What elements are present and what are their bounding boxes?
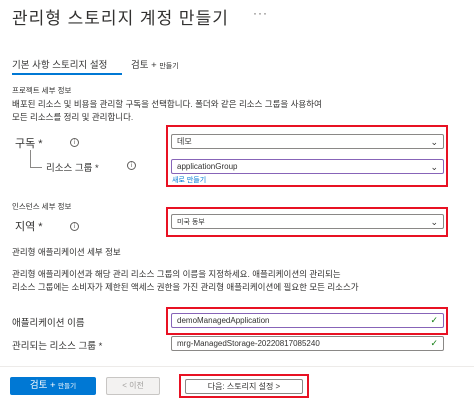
subscription-value: 데모 [177,137,192,146]
project-details-heading: 프로젝트 세부 정보 [12,86,72,95]
managed-resource-group-label: 관리되는 리소스 그룹 * [12,341,103,352]
instance-details-heading: 인스턴스 세부 정보 [12,202,72,211]
managed-app-description-line2: 리소스 그룹에는 소비자가 제한된 액세스 권한을 가진 관리형 애플리케이션에… [12,282,359,292]
tab-basics-storage[interactable]: 기본 사항 스토리지 설정 [12,57,107,71]
application-name-value: demoManagedApplication [177,316,270,325]
managed-app-description-line1: 관리형 애플리케이션과 해당 관리 리소스 그룹의 이름을 지정하세요. 애플리… [12,269,341,279]
tab-review-create-sub: 만들기 [159,63,179,70]
footer-divider [0,366,474,367]
review-create-sub: 만들기 [58,383,77,390]
resource-group-value: applicationGroup [177,162,238,171]
resource-group-dropdown[interactable]: applicationGroup ⌄ [171,159,444,174]
managed-app-heading: 관리형 애플리케이션 세부 정보 [12,247,121,257]
tab-review-create-label: 검토 + [131,60,157,71]
resource-group-label: 리소스 그룹 * [46,163,99,174]
region-value: 미국 동부 [177,219,205,226]
application-name-input[interactable]: demoManagedApplication ✓ [171,313,444,328]
checkmark-icon: ✓ [430,315,438,325]
managed-resource-group-input[interactable]: mrg-ManagedStorage-20220817085240 ✓ [171,336,444,351]
subscription-label: 구독 * [15,138,43,150]
region-info-icon[interactable]: i [70,222,79,231]
subscription-dropdown[interactable]: 데모 ⌄ [171,134,444,149]
previous-button[interactable]: < 이전 [106,377,160,395]
active-tab-indicator [12,73,122,75]
tab-review-create[interactable]: 검토 + 만들기 [131,57,179,71]
chevron-down-icon: ⌄ [430,137,438,147]
application-name-label: 애플리케이션 이름 [12,318,85,329]
managed-resource-group-value: mrg-ManagedStorage-20220817085240 [177,339,320,348]
tree-connector [30,150,42,168]
region-label: 지역 * [15,221,43,233]
chevron-down-icon: ⌄ [430,217,438,227]
region-dropdown[interactable]: 미국 동부 ⌄ [171,214,444,229]
next-button[interactable]: 다음: 스토리지 설정 > [185,379,303,394]
subscription-info-icon[interactable]: i [70,138,79,147]
review-create-label: 검토 + [29,380,56,391]
more-options-button[interactable]: ··· [253,6,268,20]
page-title: 관리형 스토리지 계정 만들기 [12,9,229,28]
review-create-button[interactable]: 검토 + 만들기 [10,377,96,395]
project-description-line1: 배포된 리소스 및 비용을 관리할 구독을 선택합니다. 폴더와 같은 리소스 … [12,99,322,109]
chevron-down-icon: ⌄ [430,162,438,172]
checkmark-icon: ✓ [430,338,438,348]
create-new-resource-group-link[interactable]: 새로 만들기 [172,175,206,185]
project-description-line2: 모든 리소스를 정리 및 관리합니다. [12,112,134,122]
resource-group-info-icon[interactable]: i [127,161,136,170]
